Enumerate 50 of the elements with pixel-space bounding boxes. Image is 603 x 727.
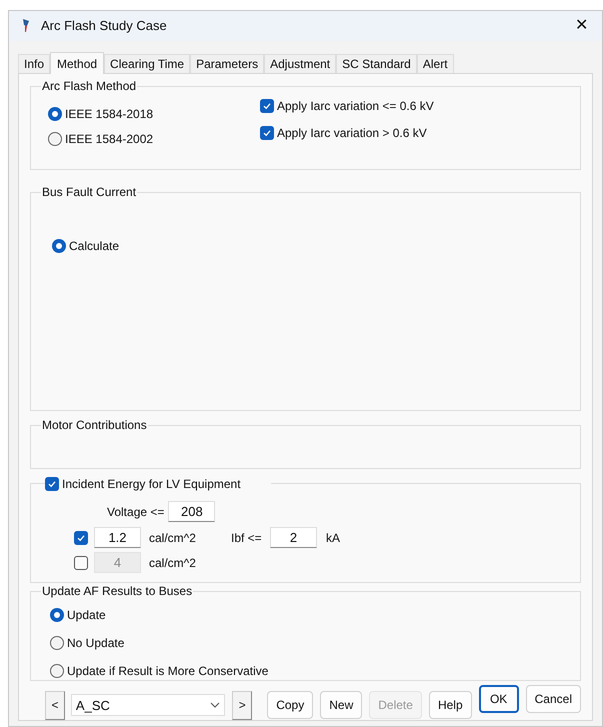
radio-button[interactable]: [50, 608, 64, 622]
radio-label: Calculate: [69, 238, 120, 256]
window-title: Arc Flash Study Case: [41, 17, 168, 36]
check-icon: [47, 479, 57, 490]
tab[interactable]: Method: [50, 52, 104, 74]
group-title: Incident Energy for LV Equipment: [62, 476, 241, 494]
dialog-button[interactable]: Help: [428, 691, 472, 720]
ibf-field[interactable]: 2: [270, 527, 317, 548]
radio-button[interactable]: [48, 132, 62, 146]
check-icon: [262, 128, 272, 138]
checkbox[interactable]: [45, 477, 59, 492]
unit-label: kA: [326, 530, 340, 547]
dialog-button[interactable]: OK: [478, 685, 519, 714]
tab[interactable]: Clearing Time: [104, 54, 190, 73]
tab[interactable]: Info: [18, 54, 50, 73]
radio-button[interactable]: [48, 107, 62, 121]
check-icon: [76, 532, 86, 543]
radio-label: IEEE 1584-2018: [65, 106, 154, 123]
radio-button[interactable]: [50, 636, 64, 650]
radio-label: Update if Result is More Conservative: [67, 662, 268, 680]
dialog-button[interactable]: Cancel: [526, 685, 581, 714]
radio-button[interactable]: [52, 239, 66, 254]
tab[interactable]: SC Standard: [336, 54, 417, 73]
tab[interactable]: Adjustment: [264, 54, 336, 73]
radio-label: No Update: [67, 634, 124, 652]
voltage-field[interactable]: 208: [168, 501, 216, 522]
previous-button[interactable]: <: [45, 690, 65, 720]
tab[interactable]: Alert: [416, 54, 454, 73]
checkbox[interactable]: [260, 99, 274, 113]
close-button[interactable]: ✕: [573, 18, 590, 34]
dialog-button[interactable]: Copy: [267, 691, 314, 720]
check-icon: [262, 101, 272, 111]
checkbox-label: Apply Iarc variation > 0.6 kV: [277, 125, 427, 142]
next-button[interactable]: >: [232, 690, 252, 720]
energy-field[interactable]: 1.2: [94, 527, 141, 548]
checkbox[interactable]: [74, 530, 88, 545]
radio-label: Update: [67, 606, 106, 624]
field-label: Ibf <=: [231, 530, 263, 547]
unit-label: cal/cm^2: [149, 554, 197, 572]
radio-label: IEEE 1584-2002: [65, 131, 154, 148]
checkbox[interactable]: [260, 126, 274, 140]
app-icon: [21, 18, 31, 34]
field-label: Voltage <=: [107, 504, 164, 521]
unit-label: cal/cm^2: [149, 530, 197, 547]
radio-button[interactable]: [50, 664, 64, 678]
checkbox-label: Apply Iarc variation <= 0.6 kV: [277, 98, 434, 115]
tab[interactable]: Parameters: [190, 54, 264, 73]
case-dropdown[interactable]: A_SC: [70, 694, 226, 716]
chevron-down-icon: [210, 702, 220, 708]
dialog-button[interactable]: New: [320, 691, 362, 720]
